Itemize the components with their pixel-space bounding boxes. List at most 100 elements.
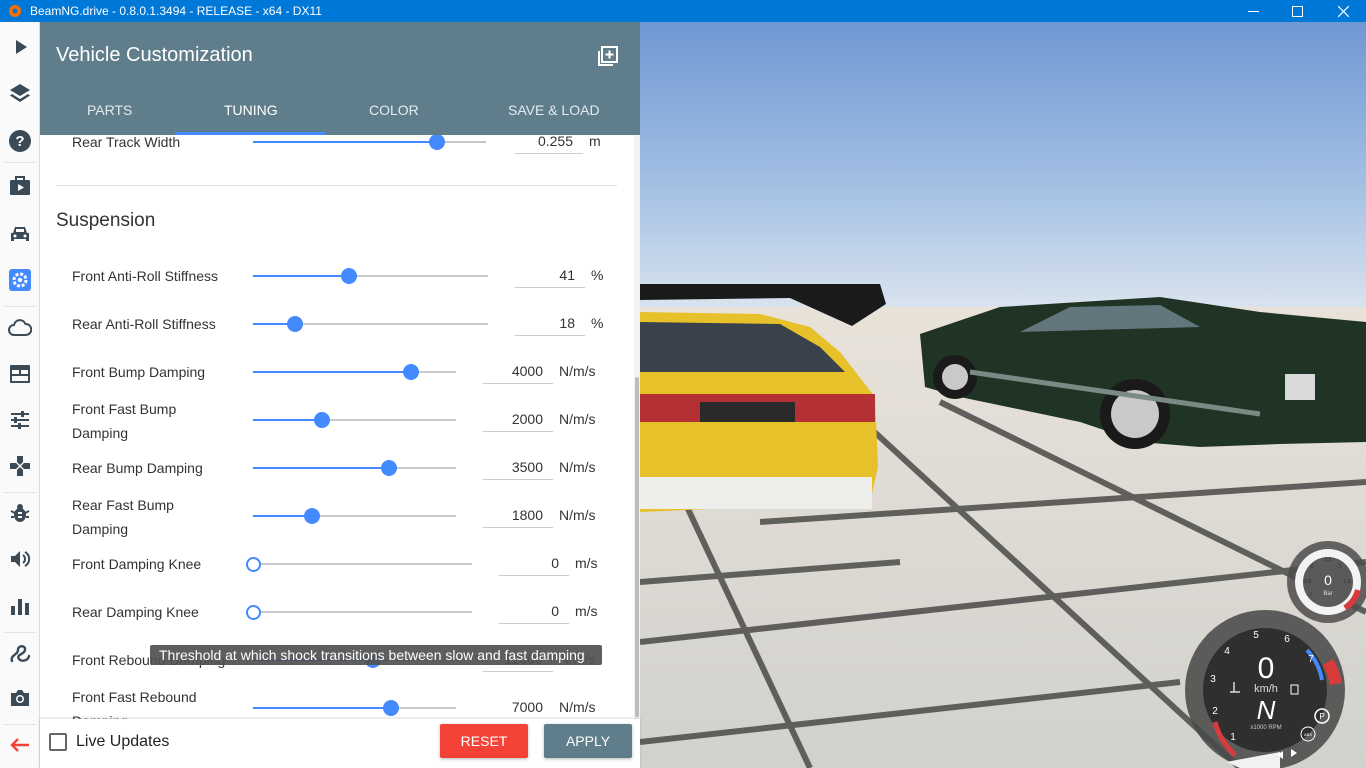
controls-icon (10, 456, 30, 476)
tuning-label: Rear Track Width (72, 135, 181, 150)
tab-parts[interactable]: PARTS (87, 102, 132, 118)
sidebar-item-stats[interactable] (0, 583, 40, 629)
sidebar-item-photo-mode[interactable] (0, 675, 40, 721)
svg-text:?: ? (15, 133, 24, 150)
sidebar-item-controls[interactable] (0, 443, 40, 489)
slider-track[interactable] (253, 412, 456, 428)
boost-value: 0 (1324, 572, 1332, 588)
slider-track[interactable] (246, 557, 472, 572)
maximize-icon (1291, 5, 1303, 17)
slider-thumb[interactable] (429, 135, 446, 150)
panel-footer: Live Updates RESET APPLY (40, 719, 640, 768)
slider-fill (253, 275, 350, 277)
tuning-row: Rear Track Width 0.255 m (40, 135, 634, 162)
tuning-unit: m/s (575, 555, 598, 571)
sidebar-item-levels[interactable] (0, 70, 40, 116)
reset-button[interactable]: RESET (440, 724, 528, 758)
tuning-row: Front Bump Damping 4000 N/m/s (40, 352, 634, 392)
sidebar-item-audio[interactable] (0, 536, 40, 582)
section-divider (56, 185, 617, 186)
popout-icon[interactable] (597, 45, 619, 67)
vehicle-icon (11, 227, 29, 241)
tuning-value-field[interactable]: 0.255 (515, 135, 583, 154)
sidebar-item-track-builder[interactable] (0, 630, 40, 676)
apply-button[interactable]: APPLY (544, 724, 632, 758)
camera-icon (11, 690, 29, 706)
tuning-unit: m (589, 135, 601, 149)
tuning-value-field[interactable]: 3500 (483, 454, 553, 480)
rpm-tick: 4 (1224, 646, 1230, 657)
tuning-row: Rear Bump Damping 3500 N/m/s (40, 448, 634, 488)
boost-tick: 0 (1311, 564, 1314, 570)
ui-apps-icon (10, 365, 30, 383)
section-title: Suspension (56, 210, 156, 231)
sidebar-item-vehicles[interactable] (0, 211, 40, 257)
close-button[interactable] (1320, 0, 1366, 22)
sidebar-item-play[interactable] (0, 24, 40, 70)
beamng-logo-icon (9, 5, 21, 17)
back-arrow-icon (10, 738, 29, 752)
rpm-tick: 6 (1284, 634, 1290, 645)
slider-fill (253, 141, 438, 143)
tuning-value-field[interactable]: 1800 (483, 502, 553, 528)
tuning-label: Front Anti-Roll Stiffness (72, 268, 219, 284)
sidebar-item-back[interactable] (0, 722, 40, 768)
yellow-car (640, 284, 886, 512)
tuning-value-field[interactable]: 7000 (483, 694, 553, 719)
tuning-list[interactable]: Rear Track Width 0.255 m Suspension Fron… (40, 135, 634, 719)
tuning-unit: m/s (575, 603, 598, 619)
tab-save-load[interactable]: SAVE & LOAD (508, 102, 600, 118)
slider-thumb[interactable] (246, 605, 261, 620)
slider-thumb[interactable] (383, 700, 400, 716)
slider-thumb[interactable] (381, 460, 397, 476)
sidebar-item-debug[interactable] (0, 490, 40, 536)
speedometer-gauge: 1 2 3 4 5 6 7 0 km/h N x1000 RPM P ABS (1185, 610, 1345, 768)
slider-fill (253, 371, 412, 373)
tuning-label: Front Fast Bump Damping (72, 401, 177, 441)
maximize-button[interactable] (1274, 0, 1320, 22)
slider-track[interactable] (253, 135, 486, 150)
tuning-row: Front Damping Knee 0 m/s (40, 544, 634, 584)
scrollbar[interactable] (634, 135, 640, 719)
game-viewport[interactable]: 0 Bar 0.5 1 1.5 0 -0.5 -1 1 2 3 4 5 6 7 … (640, 22, 1366, 768)
settings-gear-icon (9, 269, 31, 291)
tuning-row: Rear Damping Knee 0 m/s (40, 592, 634, 632)
tuning-label: Front Fast Rebound Damping (72, 689, 197, 719)
tuning-value-field[interactable]: 4000 (483, 358, 553, 384)
tuning-value-field[interactable]: 41 (515, 262, 585, 288)
slider-thumb[interactable] (341, 268, 358, 284)
tuning-label: Rear Bump Damping (72, 460, 203, 476)
slider-track[interactable] (253, 268, 488, 284)
minimize-button[interactable] (1230, 0, 1276, 22)
slider-thumb[interactable] (314, 412, 331, 428)
slider-track[interactable] (253, 316, 488, 332)
live-updates-checkbox[interactable] (49, 733, 67, 751)
tuning-value-field[interactable]: 18 (515, 310, 585, 336)
slider-thumb[interactable] (246, 557, 261, 572)
sidebar-item-vehicle-config[interactable] (0, 257, 40, 303)
sidebar-item-ui-apps[interactable] (0, 351, 40, 397)
sidebar-item-options[interactable] (0, 397, 40, 443)
slider-thumb[interactable] (287, 316, 304, 332)
slider-track[interactable] (253, 364, 456, 380)
sidebar-item-environment[interactable] (0, 305, 40, 351)
scrollbar-thumb[interactable] (635, 377, 639, 717)
slider-track[interactable] (253, 460, 456, 476)
slider-track[interactable] (246, 605, 472, 620)
slider-thumb[interactable] (403, 364, 420, 380)
tuning-value-field[interactable]: 2000 (483, 406, 553, 432)
gear-indicator: N (1257, 695, 1276, 725)
layers-icon (10, 84, 30, 102)
rpm-tick: 2 (1212, 706, 1218, 717)
sidebar-item-scenarios[interactable] (0, 163, 40, 209)
help-icon: ? (9, 130, 31, 152)
tuning-unit: % (591, 315, 604, 331)
tab-color[interactable]: COLOR (369, 102, 419, 118)
tab-tuning[interactable]: TUNING (224, 102, 278, 118)
slider-track[interactable] (253, 508, 456, 524)
tuning-value-field[interactable]: 0 (499, 598, 569, 624)
slider-thumb[interactable] (303, 508, 320, 524)
sidebar-item-help[interactable]: ? (0, 118, 40, 164)
tuning-value-field[interactable]: 0 (499, 550, 569, 576)
slider-track[interactable] (253, 700, 456, 716)
